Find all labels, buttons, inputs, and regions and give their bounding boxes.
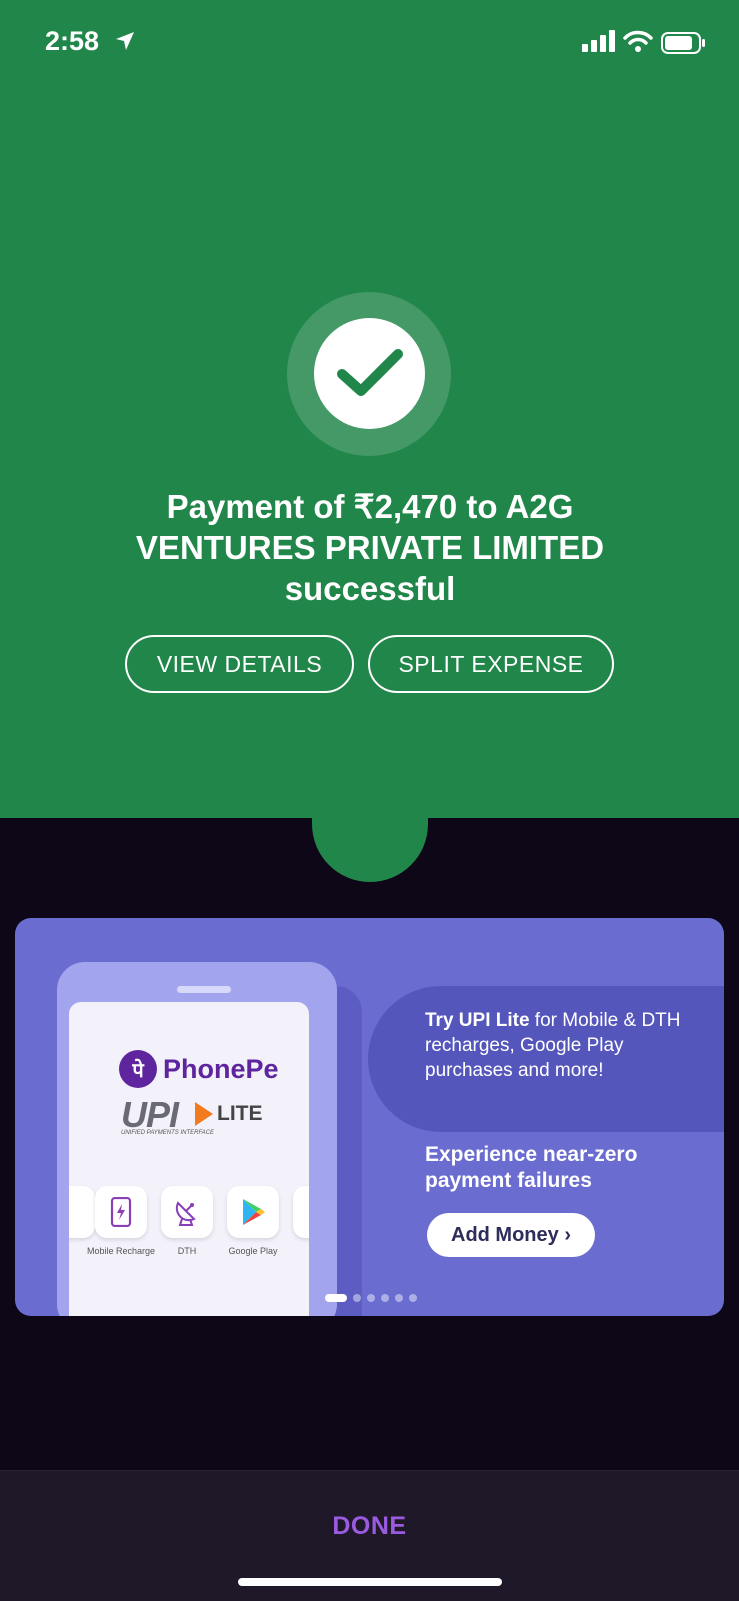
tile-label-google-play: Google Play — [228, 1246, 278, 1256]
phonepe-brand: PhonePe — [163, 1054, 279, 1084]
lite-label: LITE — [217, 1102, 263, 1125]
tile-label-dth: DTH — [177, 1246, 197, 1256]
phone-screen: पे PhonePe UPI LITE UNIFIED PAYMENTS INT… — [69, 1002, 309, 1316]
status-time: 2:58 — [45, 26, 100, 56]
phone-illustration: पे PhonePe UPI LITE UNIFIED PAYMENTS INT… — [57, 962, 337, 1316]
carousel-dot[interactable] — [409, 1294, 417, 1302]
phonepe-logo-icon: पे — [119, 1050, 157, 1088]
google-play-icon — [227, 1186, 279, 1238]
tile-label-mobile-recharge: Mobile Recharge — [86, 1246, 156, 1256]
upi-lite-promo-banner[interactable]: पे PhonePe UPI LITE UNIFIED PAYMENTS INT… — [15, 918, 724, 1316]
phone-speaker — [177, 986, 231, 993]
view-details-button[interactable]: VIEW DETAILS — [125, 635, 354, 693]
carousel-dot[interactable] — [367, 1294, 375, 1302]
upi-subtitle: UNIFIED PAYMENTS INTERFACE — [121, 1130, 215, 1136]
dth-icon — [161, 1186, 213, 1238]
upi-arrow-icon — [195, 1102, 213, 1126]
mobile-recharge-icon — [95, 1186, 147, 1238]
carousel-dot-active[interactable] — [325, 1294, 347, 1302]
partial-tile-right — [293, 1186, 309, 1238]
carousel-indicator — [325, 1294, 417, 1302]
carousel-dot[interactable] — [353, 1294, 361, 1302]
carousel-dot[interactable] — [381, 1294, 389, 1302]
promo-headline: Experience near-zero payment failures — [425, 1143, 638, 1192]
add-money-button[interactable]: Add Money › — [427, 1213, 595, 1257]
cellular-signal-icon — [582, 30, 615, 52]
payment-success-title: Payment of ₹2,470 to A2G VENTURES PRIVAT… — [135, 488, 605, 607]
wifi-icon — [623, 30, 653, 52]
promo-try-bold: Try UPI Lite — [425, 1010, 530, 1031]
split-expense-button[interactable]: SPLIT EXPENSE — [368, 635, 614, 693]
promo-try-text: Try UPI Lite for Mobile & DTH recharges,… — [425, 1008, 685, 1083]
done-button[interactable]: DONE — [0, 1512, 739, 1541]
carousel-dot[interactable] — [395, 1294, 403, 1302]
checkmark-icon — [314, 318, 425, 429]
header-notch — [312, 760, 428, 882]
location-arrow-icon — [116, 32, 134, 50]
battery-icon — [661, 32, 705, 54]
home-indicator — [238, 1578, 502, 1586]
status-bar: 2:58 — [0, 0, 739, 90]
partial-tile-left — [69, 1186, 95, 1238]
